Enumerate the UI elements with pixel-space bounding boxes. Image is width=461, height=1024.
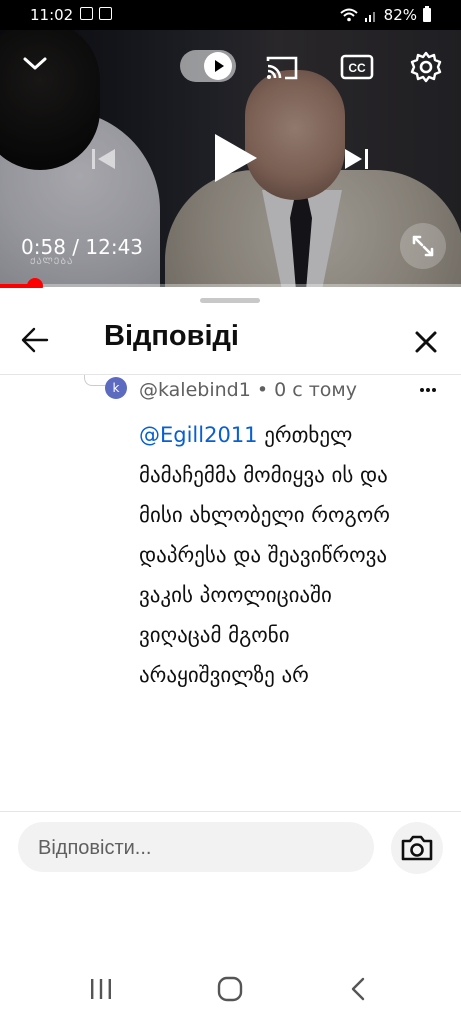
battery-icon (423, 6, 431, 22)
settings-gear-icon[interactable] (409, 50, 443, 84)
comment-text: @Egill2011 ერთხელ მამაჩემმა მომიყვა ის დ… (139, 415, 419, 695)
status-time: 11:02 (30, 6, 74, 24)
more-options-icon[interactable] (418, 381, 438, 399)
reply-comment: k @kalebind1 • 0 с тому @Egill2011 ერთხე… (0, 375, 461, 811)
comment-author[interactable]: @kalebind1 (139, 379, 251, 401)
camera-icon (401, 835, 433, 861)
fullscreen-icon (412, 235, 434, 257)
status-right: 82% (339, 6, 431, 24)
svg-text:CC: CC (348, 61, 366, 75)
fullscreen-button[interactable] (400, 223, 446, 269)
video-player[interactable]: ᲥᲐᲚᲔᲑᲐ CC 0:58 / 12:43 (0, 30, 461, 287)
replies-sheet: Відповіді k @kalebind1 • 0 с тому @Egill… (0, 288, 461, 1024)
reply-box[interactable] (18, 822, 374, 874)
comment-meta: @kalebind1 • 0 с тому (139, 379, 357, 401)
comment-time: 0 с тому (274, 379, 357, 401)
status-bar: 11:02 82% (0, 0, 461, 30)
autoplay-toggle-knob (204, 52, 232, 80)
sheet-header: Відповіді (0, 312, 461, 374)
footer-divider (0, 811, 461, 812)
camera-button[interactable] (391, 822, 443, 874)
back-arrow-icon[interactable] (20, 326, 50, 354)
gallery-notification-icon (80, 7, 93, 20)
wifi-icon (339, 8, 358, 22)
battery-level: 82% (383, 6, 417, 24)
home-icon[interactable] (216, 976, 244, 1002)
next-icon[interactable] (340, 143, 372, 175)
notification-icons (80, 7, 112, 20)
play-small-icon (215, 60, 224, 72)
close-icon[interactable] (412, 328, 440, 356)
autoplay-toggle[interactable] (180, 50, 236, 82)
check-notification-icon (99, 7, 112, 20)
back-icon[interactable] (346, 976, 372, 1002)
cast-icon[interactable] (265, 54, 299, 82)
playback-time: 0:58 / 12:43 (21, 235, 144, 259)
avatar[interactable]: k (105, 377, 127, 399)
captions-icon[interactable]: CC (340, 53, 374, 81)
system-nav-bar (0, 954, 461, 1024)
collapse-chevron-icon[interactable] (22, 54, 48, 74)
sheet-drag-handle[interactable] (200, 298, 260, 303)
thread-connector (84, 375, 107, 386)
mention-link[interactable]: @Egill2011 (139, 423, 258, 447)
reply-input[interactable] (36, 822, 360, 874)
play-icon[interactable] (205, 130, 261, 186)
current-time: 0:58 (21, 235, 66, 259)
previous-icon[interactable] (88, 143, 120, 175)
recent-apps-icon[interactable] (88, 976, 114, 1002)
duration: 12:43 (85, 235, 144, 259)
signal-icon (364, 12, 375, 22)
sheet-title: Відповіді (104, 320, 239, 352)
comment-body: ერთხელ მამაჩემმა მომიყვა ის და მისი ახლო… (139, 423, 390, 687)
